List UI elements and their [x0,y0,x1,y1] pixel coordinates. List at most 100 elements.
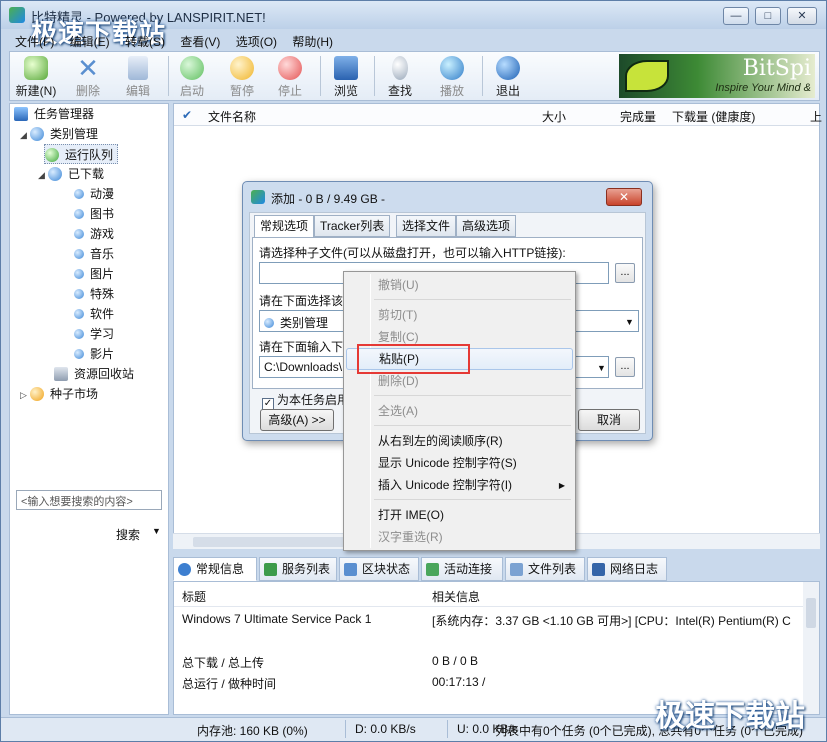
category-dropdown-icon[interactable]: ▼ [625,317,634,327]
edit-button[interactable]: 编辑 [116,54,160,100]
menu-undo[interactable]: 撤销(U) [346,274,573,296]
tab-advanced-options[interactable]: 高级选项 [456,215,517,237]
tree-item-books[interactable]: 图书 [74,204,114,224]
folder-dot-icon [74,329,84,339]
tab-label: 文件列表 [528,562,577,576]
search-button[interactable]: 搜索 [116,526,140,543]
folder-dot-icon [74,289,84,299]
search-dropdown-icon[interactable]: ▼ [152,526,161,536]
col-done[interactable]: 完成量 [620,108,656,125]
stop-button[interactable]: 停止 [268,54,312,100]
path-browse-button[interactable]: ... [615,357,635,377]
pause-button[interactable]: 暂停 [220,54,264,100]
info-vscroll[interactable] [803,582,819,714]
dialog-close-button[interactable]: ✕ [606,188,642,206]
tab-select-files[interactable]: 选择文件 [396,215,457,237]
menu-options[interactable]: 选项(O) [230,31,283,52]
tab-block-status[interactable]: 区块状态 [339,557,419,581]
enable-task-checkbox[interactable]: ✓ 为本任务启用 [262,391,349,410]
tab-general-options[interactable]: 常规选项 [254,215,315,238]
tree-root[interactable]: 任务管理器 [14,104,94,124]
tree-item-label: 游戏 [90,227,115,241]
path-dropdown-icon[interactable]: ▼ [597,363,606,373]
app-window: 比特精灵 - Powered by LANSPIRIT.NET! 极速下载站 —… [0,0,827,742]
stop-icon [278,56,302,80]
delete-button[interactable]: ✕ 删除 [66,54,110,100]
menu-rtl-reading[interactable]: 从右到左的阅读顺序(R) [346,430,573,452]
torrent-browse-button[interactable]: ... [615,263,635,283]
tree-downloaded[interactable]: ◢ 已下载 [38,164,104,184]
minimize-button[interactable]: — [723,7,749,25]
folder-dot-icon [74,209,84,219]
new-button[interactable]: 新建(N) [14,54,58,100]
col-name[interactable]: 文件名称 [208,108,256,125]
menu-file[interactable]: 文件(F) [9,31,60,52]
status-separator [345,720,346,738]
tree-item-movies[interactable]: 影片 [74,344,114,364]
tree-item-special[interactable]: 特殊 [74,284,114,304]
tree-item-anime[interactable]: 动漫 [74,184,114,204]
torrent-label: 请选择种子文件(可以从磁盘打开，也可以输入HTTP链接): [259,246,566,260]
find-button[interactable]: 查找 [378,54,422,100]
tree-item-pictures[interactable]: 图片 [74,264,114,284]
tab-active-connections[interactable]: 活动连接 [421,557,503,581]
menu-insert-unicode[interactable]: 插入 Unicode 控制字符(I) [346,474,573,496]
new-task-icon [24,56,48,80]
exit-button[interactable]: 退出 [486,54,530,100]
col-size[interactable]: 大小 [542,108,566,125]
advanced-button[interactable]: 高级(A) >> [260,409,334,431]
menu-select-all[interactable]: 全选(A) [346,400,573,422]
toolbar-separator [482,56,483,96]
maximize-button[interactable]: □ [755,7,781,25]
run-time-value: 00:17:13 / [432,675,486,689]
tab-label: 网络日志 [610,562,659,576]
os-value: Windows 7 Ultimate Service Pack 1 [182,612,372,626]
tab-label: 常规信息 [196,562,245,576]
scroll-thumb[interactable] [806,598,816,628]
folder-dot-icon [74,189,84,199]
category-value: 类别管理 [280,316,329,330]
menu-edit[interactable]: 编辑(E) [64,31,116,52]
menu-view[interactable]: 查看(V) [174,31,226,52]
monitor-icon [334,56,358,80]
tab-general-info[interactable]: 常规信息 [173,557,257,581]
browse-button[interactable]: 浏览 [324,54,368,100]
cancel-button[interactable]: 取消 [578,409,640,431]
tab-file-list[interactable]: 文件列表 [505,557,585,581]
tree-item-software[interactable]: 软件 [74,304,114,324]
tab-network-log[interactable]: 网络日志 [587,557,667,581]
dialog-app-icon [251,190,265,204]
tree-recycle-label: 资源回收站 [74,367,135,381]
menu-reprint[interactable]: 转载(S) [119,31,171,52]
tree-item-label: 图片 [90,267,115,281]
context-menu: 撤销(U) 剪切(T) 复制(C) 粘贴(P) 删除(D) 全选(A) 从右到左… [343,271,576,551]
menu-cut[interactable]: 剪切(T) [346,304,573,326]
scroll-thumb[interactable] [193,537,353,547]
tree-item-study[interactable]: 学习 [74,324,114,344]
col-download[interactable]: 下载量 (健康度) [672,108,755,125]
folder-dot-icon [74,269,84,279]
menu-open-ime[interactable]: 打开 IME(O) [346,504,573,526]
tree-downloaded-label: 已下载 [68,167,105,181]
brand-banner: BitSpi Inspire Your Mind & [619,54,815,98]
tab-tracker-list[interactable]: Tracker列表 [314,215,391,237]
col-upload[interactable]: 上 [810,108,822,125]
tree-item-label: 动漫 [90,187,115,201]
menu-reconversion[interactable]: 汉字重选(R) [346,526,573,548]
play-button[interactable]: 播放 [430,54,474,100]
tree-root-label: 任务管理器 [34,107,95,121]
tree-category[interactable]: ◢ 类别管理 [20,124,98,144]
tree-seed-market[interactable]: ▷ 种子市场 [20,384,98,404]
tree-item-music[interactable]: 音乐 [74,244,114,264]
menu-help[interactable]: 帮助(H) [286,31,339,52]
tree-item-games[interactable]: 游戏 [74,224,114,244]
play-button-label: 播放 [439,84,464,98]
tab-service-list[interactable]: 服务列表 [259,557,337,581]
tree-running-queue[interactable]: 运行队列 [44,144,119,164]
menu-show-unicode[interactable]: 显示 Unicode 控制字符(S) [346,452,573,474]
close-button[interactable]: ✕ [787,7,817,25]
tree-recycle-bin[interactable]: 资源回收站 [54,364,134,384]
check-all-icon[interactable]: ✔ [182,108,192,122]
start-button[interactable]: 启动 [170,54,214,100]
search-input[interactable]: <输入想要搜索的内容> [16,490,162,510]
